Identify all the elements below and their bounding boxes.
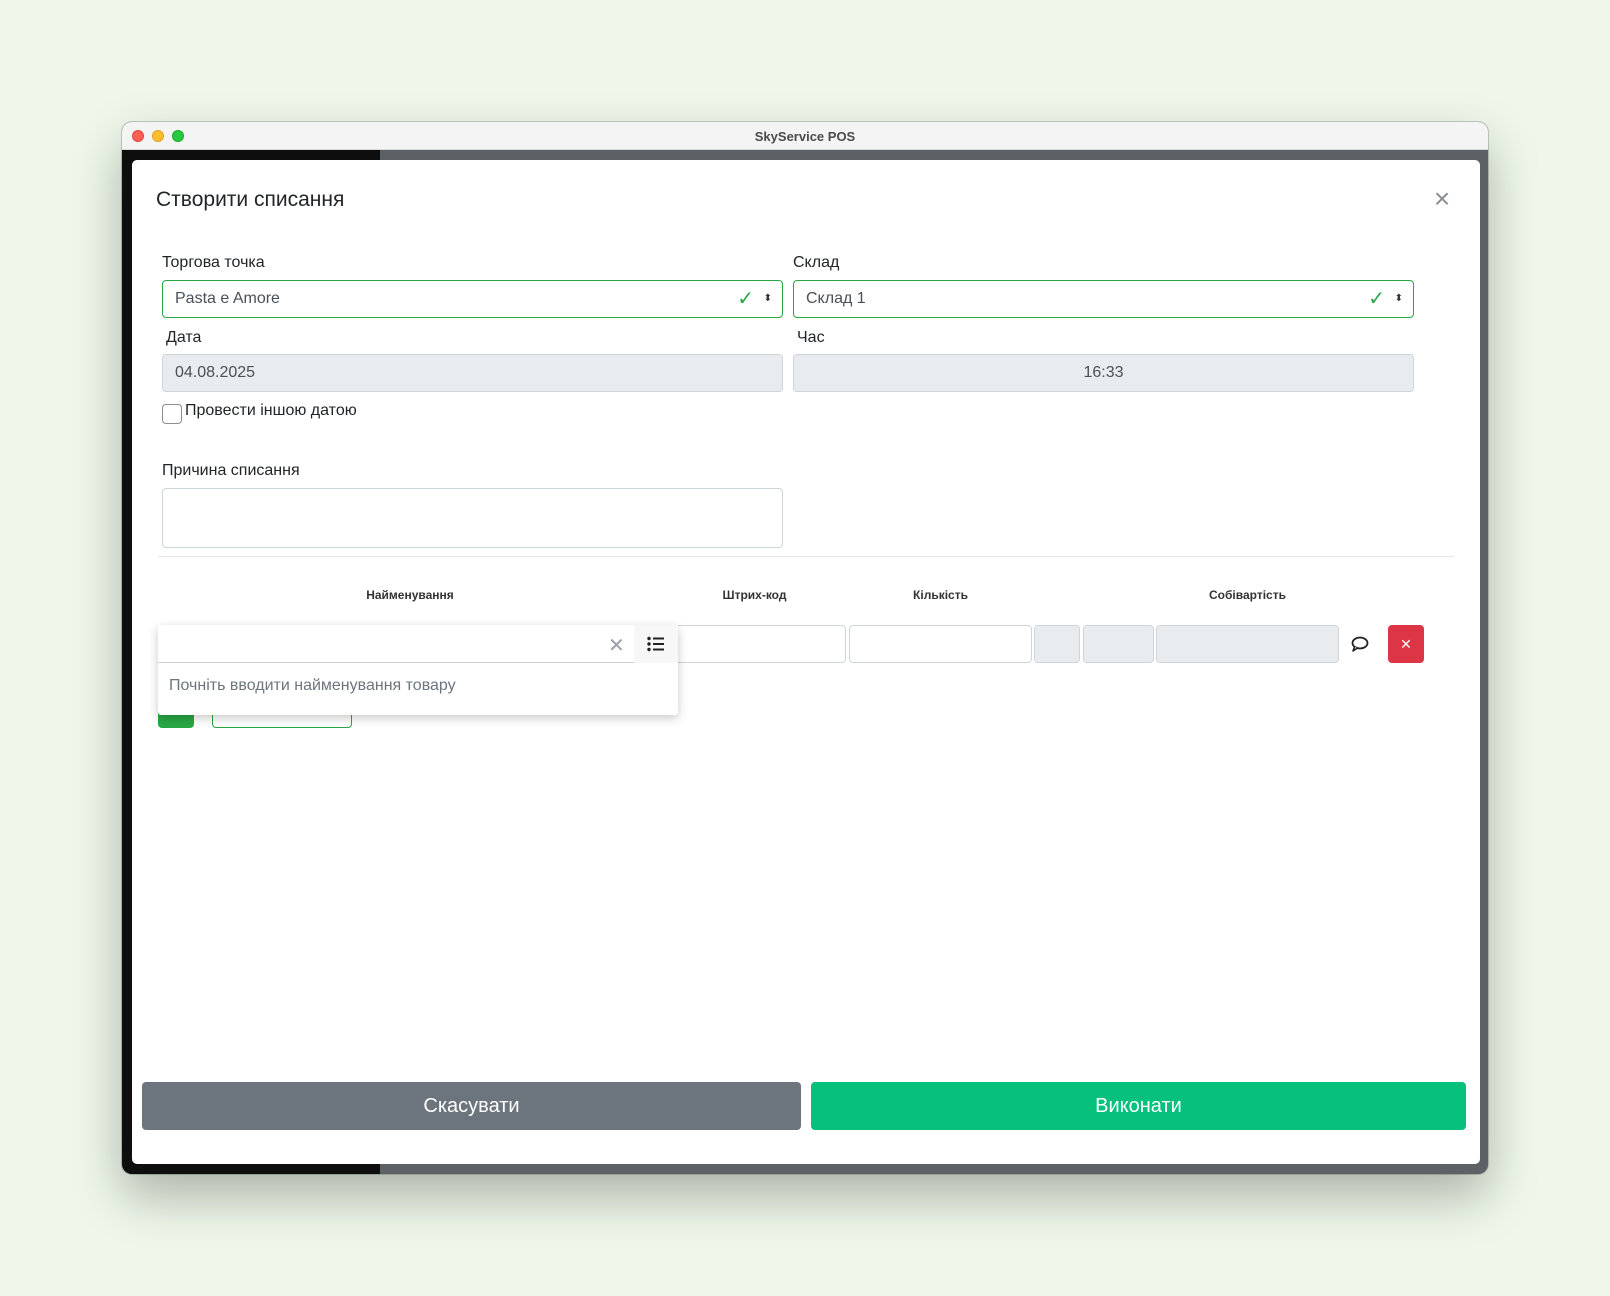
sort-arrows-icon: ⬍ [1394,293,1403,304]
modal-title: Створити списання [156,188,345,211]
date-field: 04.08.2025 [162,354,783,392]
time-field: 16:33 [793,354,1414,392]
cost-field [1156,625,1339,663]
price-field [1083,625,1154,663]
window-title: SkyService POS [754,129,856,144]
cancel-button[interactable]: Скасувати [142,1082,801,1130]
clear-icon[interactable]: ✕ [608,633,625,658]
barcode-input[interactable] [663,625,846,663]
check-icon: ✓ [1368,288,1385,310]
warehouse-value: Склад 1 [806,290,866,307]
search-hint: Почніть вводити найменування товару [169,677,456,694]
comment-button[interactable] [1342,625,1378,663]
warehouse-select[interactable]: Склад 1 ✓ ⬍ [793,280,1414,318]
column-header-name: Найменування [366,588,454,602]
list-icon [647,636,664,652]
close-icon[interactable]: × [1430,185,1454,213]
submit-button[interactable]: Виконати [811,1082,1466,1130]
delete-row-button[interactable]: ✕ [1388,625,1424,663]
warehouse-label: Склад [793,254,840,271]
store-select[interactable]: Pasta e Amore ✓ ⬍ [162,280,783,318]
divider [158,556,1454,557]
column-header-barcode: Штрих-код [722,588,787,602]
reason-textarea[interactable] [162,488,783,548]
product-name-input[interactable] [158,625,634,663]
other-date-checkbox[interactable] [162,404,182,424]
column-header-quantity: Кількість [913,588,968,602]
other-date-label: Провести іншою датою [185,402,357,419]
store-value: Pasta e Amore [175,290,280,307]
store-label: Торгова точка [162,254,265,271]
reason-label: Причина списання [162,462,300,479]
app-window: SkyService POS Створити списання × Торго… [122,122,1488,1174]
time-label: Час [797,329,825,346]
date-label: Дата [166,329,202,346]
sort-arrows-icon: ⬍ [763,293,772,304]
unit-field [1034,625,1080,663]
write-off-modal: Створити списання × Торгова точка Pasta … [132,160,1480,1164]
title-bar: SkyService POS [122,122,1488,150]
product-search-dropdown: ✕ Почніть вводити найменування товару [158,625,678,715]
quantity-input[interactable] [849,625,1032,663]
check-icon: ✓ [737,288,754,310]
column-header-cost: Собівартість [1209,588,1286,602]
comment-icon [1351,636,1369,652]
product-list-button[interactable] [634,625,678,663]
